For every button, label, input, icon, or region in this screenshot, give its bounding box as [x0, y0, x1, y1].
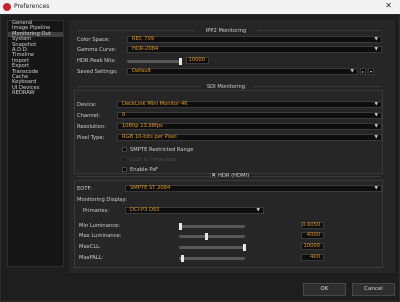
maxfall-label: MaxFALL:: [79, 255, 104, 261]
maxfall-slider[interactable]: [179, 257, 245, 260]
pixel-type-value: RGB 10-bits per Pixel: [122, 134, 177, 140]
saved-settings-menu-icon[interactable]: ▸: [360, 68, 366, 75]
hdr-hdmi-checkbox[interactable]: [210, 172, 216, 179]
dropdown-arrow-icon: ▼: [256, 208, 260, 213]
max-luminance-slider[interactable]: [179, 235, 245, 238]
device-dropdown[interactable]: DeckLink Mini Monitor 4K ▼: [117, 101, 382, 108]
resolution-dropdown[interactable]: 1080p 23.98fps ▼: [117, 123, 382, 130]
ipp2-section-title: IPP2 Monitoring: [205, 28, 247, 34]
resolution-value: 1080p 23.98fps: [122, 123, 163, 129]
window-title: Preferences: [14, 3, 50, 10]
cancel-button[interactable]: Cancel: [352, 283, 395, 296]
hdr-peak-nits-value[interactable]: 10000: [186, 57, 209, 64]
max-luminance-value[interactable]: 4000: [301, 232, 324, 239]
eotf-dropdown[interactable]: SMPTE ST 2084 ▼: [125, 185, 382, 192]
min-luminance-slider-thumb[interactable]: [179, 223, 182, 230]
primaries-dropdown[interactable]: DCI-P3 D65 ▼: [125, 207, 264, 214]
maxcll-label: MaxCLL:: [79, 244, 101, 250]
eotf-value: SMPTE ST 2084: [130, 185, 171, 191]
sdi-divider-right: [253, 86, 381, 87]
hdr-group-box: [74, 180, 383, 268]
smpte-range-checkbox[interactable]: [122, 147, 127, 152]
primaries-label: Primaries:: [83, 208, 110, 214]
maxcll-slider[interactable]: [179, 246, 245, 249]
settings-panel: IPP2 Monitoring Color Space: REC 709 ▼ G…: [69, 20, 395, 273]
hdr-peak-nits-slider-thumb[interactable]: [179, 58, 182, 65]
app-logo-icon: [3, 3, 11, 11]
ipp2-divider-right: [257, 30, 381, 31]
dropdown-arrow-icon: ▼: [374, 135, 378, 140]
ok-button[interactable]: OK: [303, 283, 346, 296]
device-value: DeckLink Mini Monitor 4K: [122, 101, 188, 107]
gamma-curve-value: HDR-2084: [132, 46, 159, 52]
maxcll-value[interactable]: 10000: [301, 243, 324, 250]
close-icon[interactable]: ✕: [385, 1, 392, 10]
device-label: Device:: [77, 102, 97, 108]
gamma-curve-dropdown[interactable]: HDR-2084 ▼: [127, 46, 382, 53]
title-bar: Preferences ✕: [0, 0, 400, 14]
channel-value: 0: [122, 112, 126, 118]
maxcll-slider-thumb[interactable]: [243, 244, 246, 251]
sidebar: General Image Pipeline Monitoring Out Sy…: [7, 20, 64, 267]
smpte-range-label: SMPTE Restricted Range: [130, 147, 194, 153]
color-space-dropdown[interactable]: REC 709 ▼: [127, 36, 382, 43]
channel-label: Channel:: [77, 113, 101, 119]
resolution-label: Resolution:: [77, 124, 106, 130]
gamma-curve-label: Gamma Curve:: [77, 47, 117, 53]
min-luminance-slider[interactable]: [179, 225, 245, 228]
hdr-peak-nits-label: HDR Peak Nits:: [77, 58, 116, 64]
primaries-value: DCI-P3 D65: [130, 207, 160, 213]
max-luminance-label: Max Luminance:: [79, 233, 122, 239]
channel-dropdown[interactable]: 0 ▼: [117, 112, 382, 119]
dropdown-arrow-icon: ▼: [350, 69, 354, 74]
hdr-peak-nits-slider[interactable]: [127, 60, 181, 63]
min-luminance-label: Min Luminance:: [79, 223, 120, 229]
saved-settings-label: Saved Settings:: [77, 69, 118, 75]
saved-settings-dropdown[interactable]: Default ▼: [127, 68, 358, 75]
eotf-label: EOTF:: [77, 186, 92, 192]
saved-settings-options-icon[interactable]: ▾: [368, 68, 374, 75]
maxfall-slider-thumb[interactable]: [181, 255, 184, 262]
pixel-type-dropdown[interactable]: RGB 10-bits per Pixel ▼: [117, 134, 382, 141]
dropdown-arrow-icon: ▼: [374, 124, 378, 129]
dropdown-arrow-icon: ▼: [374, 37, 378, 42]
hdr-divider-left: [77, 176, 209, 177]
dropdown-arrow-icon: ▼: [374, 102, 378, 107]
max-luminance-slider-thumb[interactable]: [205, 233, 208, 240]
hdr-divider-right: [251, 176, 381, 177]
dropdown-arrow-icon: ▼: [374, 47, 378, 52]
enable-psf-checkbox[interactable]: [122, 167, 127, 172]
color-space-label: Color Space:: [77, 37, 110, 43]
monitoring-display-label: Monitoring Display:: [77, 197, 127, 203]
pixel-type-label: Pixel Type:: [77, 135, 105, 141]
enable-psf-label: Enable PsF: [130, 167, 159, 173]
color-space-value: REC 709: [132, 36, 155, 42]
dropdown-arrow-icon: ▼: [374, 113, 378, 118]
maxfall-value[interactable]: 400: [301, 254, 324, 261]
hdr-hdmi-label: HDR (HDMI): [218, 173, 250, 179]
dropdown-arrow-icon: ▼: [374, 186, 378, 191]
lock-timecode-checkbox[interactable]: [122, 157, 127, 162]
lock-timecode-label: Lock to Timecode: [130, 157, 176, 163]
sidebar-item-redraw[interactable]: REDRAW: [8, 90, 63, 96]
min-luminance-value[interactable]: 0.0050: [301, 222, 324, 229]
saved-settings-value: Default: [132, 68, 151, 74]
